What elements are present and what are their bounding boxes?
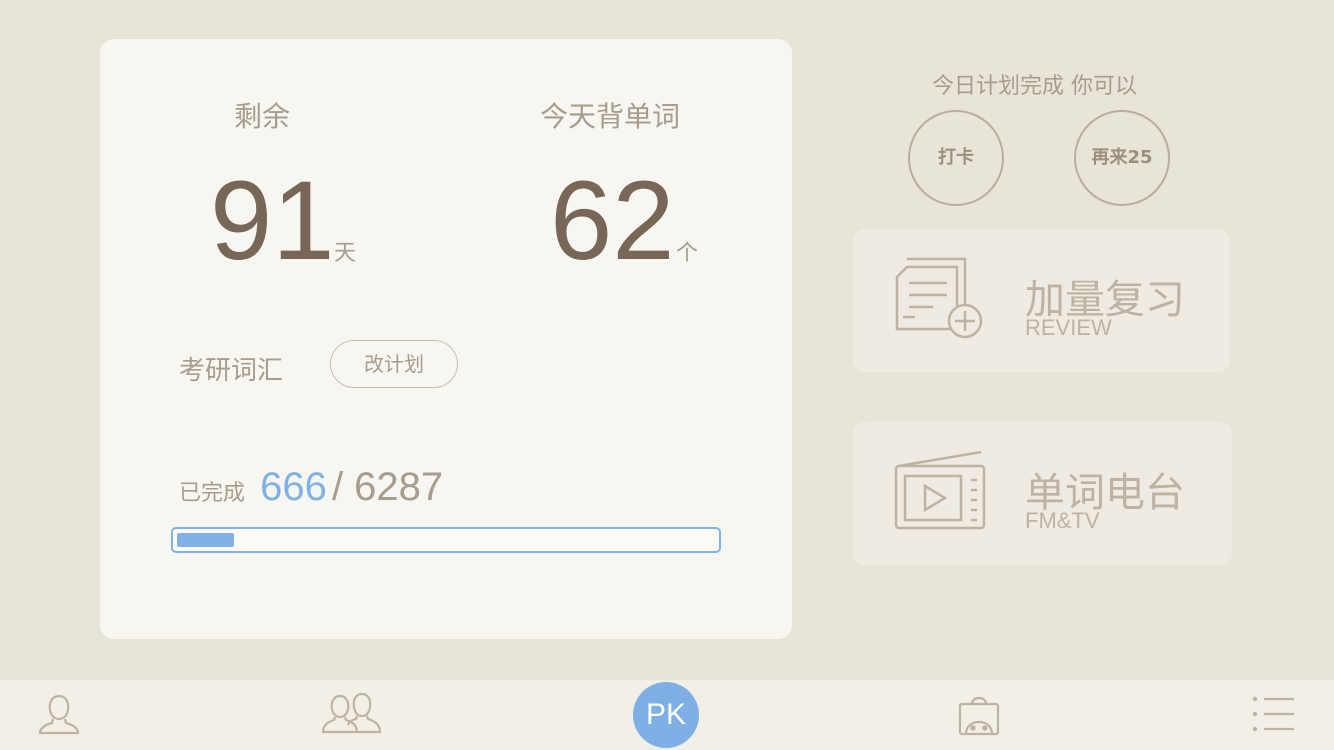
friends-icon[interactable] [320, 690, 384, 740]
completed-row: 已完成 666 / 6287 [179, 465, 443, 510]
user-icon[interactable] [36, 692, 82, 738]
menu-list-icon[interactable] [1250, 694, 1298, 736]
plan-card: 剩余 今天背单词 91 天 62 个 考研词汇 改计划 已完成 666 / 62… [100, 39, 792, 639]
review-subtitle: REVIEW [1025, 315, 1112, 340]
completed-label: 已完成 [179, 481, 246, 506]
word-radio-button[interactable]: 单词电台 FM&TV [853, 422, 1232, 565]
today-words-value: 62 [550, 158, 675, 283]
words-unit: 个 [676, 241, 699, 266]
checkin-button[interactable]: 打卡 [908, 110, 1004, 206]
plan-complete-title: 今日计划完成 你可以 [932, 74, 1137, 99]
days-unit: 天 [334, 241, 357, 266]
again-25-button[interactable]: 再来25 [1074, 110, 1170, 206]
change-plan-button[interactable]: 改计划 [330, 340, 458, 388]
remaining-days-value: 91 [210, 158, 335, 283]
total-count: / 6287 [331, 465, 444, 509]
today-words-label: 今天背单词 [540, 100, 681, 133]
radio-icon [894, 450, 986, 530]
plan-name: 考研词汇 [179, 356, 284, 386]
progress-fill [177, 533, 234, 547]
extra-review-button[interactable]: 加量复习 REVIEW [853, 229, 1230, 372]
remaining-label: 剩余 [234, 100, 291, 133]
pk-button[interactable]: PK [633, 682, 699, 748]
radio-subtitle: FM&TV [1025, 508, 1100, 533]
progress-bar [171, 527, 721, 553]
shop-bag-icon[interactable] [956, 692, 1002, 738]
document-add-icon [895, 257, 983, 339]
completed-count: 666 [260, 465, 327, 509]
